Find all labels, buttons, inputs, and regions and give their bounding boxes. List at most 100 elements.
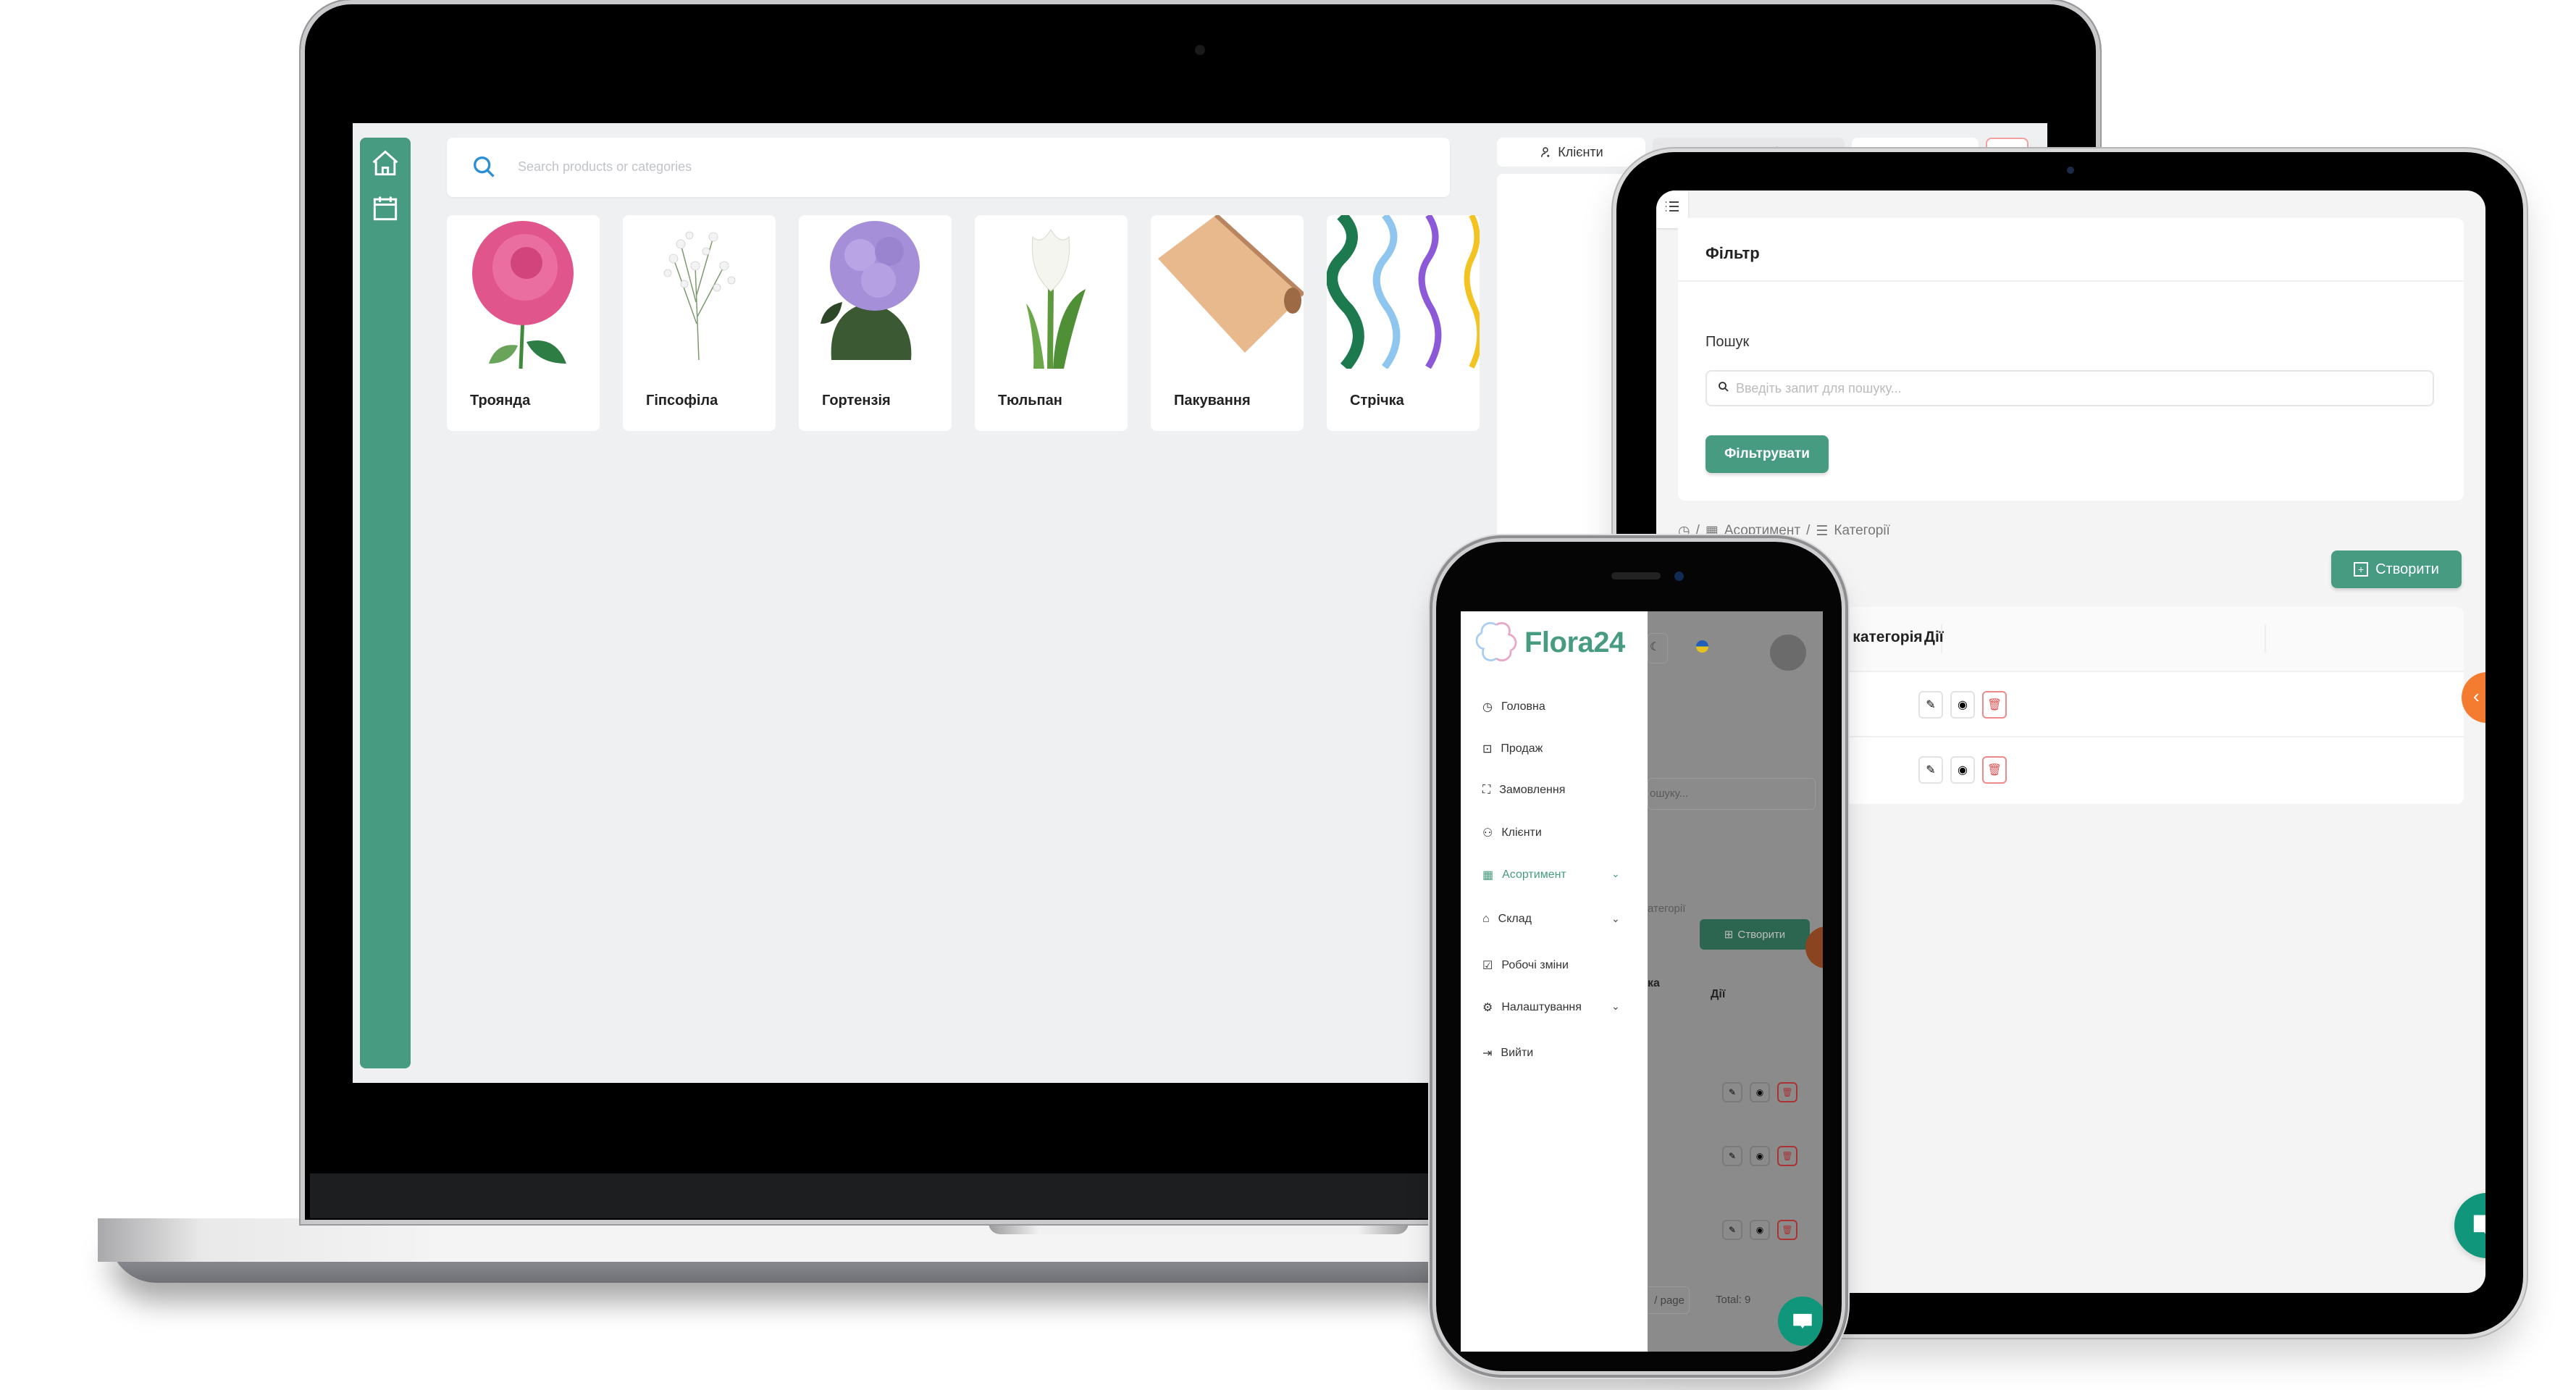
shopping-bag-icon: ⛶ (1482, 784, 1491, 796)
trash-icon: 🗑 (1986, 699, 2002, 711)
chat-button[interactable] (2454, 1193, 2485, 1258)
warehouse-icon: ⌂ (1482, 913, 1490, 925)
avatar[interactable] (1770, 635, 1806, 671)
home-icon[interactable] (369, 148, 401, 180)
users-icon: ⚇ (1482, 827, 1493, 840)
row-actions: ✎ ◉ 🗑 (1722, 1082, 1797, 1102)
delete-button[interactable]: 🗑 (1982, 756, 2007, 784)
nav-item-clients[interactable]: ⚇ Клієнти (1482, 826, 1542, 840)
chat-button[interactable] (1778, 1297, 1823, 1346)
column-divider (2265, 624, 2266, 653)
dashboard-icon[interactable]: ◷ (1678, 523, 1690, 540)
nav-label: Клієнти (1501, 826, 1542, 839)
total-count: Total: 9 (1716, 1294, 1751, 1306)
language-flag-ua[interactable] (1696, 640, 1708, 653)
theme-toggle-button[interactable]: ☾ (1648, 633, 1668, 663)
nav-label: Головна (1501, 700, 1545, 713)
calendar-icon[interactable] (369, 193, 401, 225)
ribbons-image (1327, 215, 1480, 369)
edit-button[interactable]: ✎ (1722, 1146, 1742, 1166)
breadcrumb-assortment[interactable]: Асортимент (1724, 523, 1800, 539)
nav-label: Вийти (1501, 1047, 1534, 1059)
category-label: Гортензія (822, 393, 891, 409)
edit-icon: ✎ (1926, 764, 1936, 776)
column-header-actions: Дії (1924, 629, 1944, 645)
edit-button[interactable]: ✎ (1918, 691, 1943, 719)
view-button[interactable]: ◉ (1750, 1146, 1770, 1166)
brand-logo[interactable]: Flora24 (1472, 619, 1625, 666)
nav-drawer: Flora24 ◷ Головна ⊡ Продаж ⛶ Замовлення ⚇ Кл… (1461, 611, 1648, 1352)
filter-button[interactable]: Фільтрувати (1706, 435, 1829, 473)
flower-logo-icon (1475, 621, 1517, 661)
nav-item-logout[interactable]: ⇥ Вийти (1482, 1046, 1533, 1060)
search-placeholder: Search products or categories (518, 159, 692, 174)
divider (1678, 280, 2464, 282)
create-button[interactable]: ⊞ Створити (1700, 919, 1810, 950)
settings-icon: ⚙ (1482, 1002, 1493, 1014)
moon-icon: ☾ (1650, 641, 1661, 653)
product-search-input[interactable]: Search products or categories (447, 138, 1450, 197)
nav-item-settings[interactable]: ⚙ Налаштування (1482, 1000, 1582, 1015)
nav-item-assortment[interactable]: ▦ Асортимент (1482, 868, 1566, 882)
category-card-ribbon[interactable]: Стрічка (1327, 215, 1480, 431)
category-grid: Троянда Гіпсофіла Гортензія Тюльпан Паку… (447, 215, 1480, 432)
nav-item-shifts[interactable]: ☑ Робочі зміни (1482, 958, 1569, 973)
page-size-label: / page (1654, 1294, 1685, 1307)
view-button[interactable]: ◉ (1950, 756, 1975, 784)
tab-clients[interactable]: Клієнти (1497, 138, 1645, 167)
category-label: Тюльпан (998, 393, 1062, 409)
edit-button[interactable]: ✎ (1722, 1220, 1742, 1240)
category-card-tulip[interactable]: Тюльпан (975, 215, 1128, 431)
plus-square-icon: + (2354, 562, 2369, 577)
chevron-down-icon[interactable]: ⌄ (1611, 913, 1620, 925)
chevron-down-icon[interactable]: ⌄ (1611, 868, 1620, 880)
breadcrumb-separator: / (1695, 523, 1700, 538)
kraft-paper-image (1158, 215, 1304, 353)
column-header-fragment: ка (1648, 977, 1660, 989)
create-label: Створити (1737, 928, 1786, 941)
delete-button[interactable]: 🗑 (1777, 1220, 1797, 1240)
category-label: Стрічка (1350, 393, 1404, 409)
nav-item-orders[interactable]: ⛶ Замовлення (1482, 784, 1565, 797)
nav-label: Склад (1498, 913, 1532, 925)
edit-button[interactable]: ✎ (1918, 756, 1943, 784)
search-input[interactable]: Введіть запит для пошуку... (1706, 370, 2434, 406)
list-icon (1666, 201, 1679, 212)
chevron-down-icon[interactable]: ⌄ (1611, 1000, 1620, 1013)
view-button[interactable]: ◉ (1950, 691, 1975, 719)
tablet-camera (2067, 167, 2074, 174)
nav-item-home[interactable]: ◷ Головна (1482, 700, 1545, 714)
view-button[interactable]: ◉ (1750, 1220, 1770, 1240)
category-card-hydrangea[interactable]: Гортензія (799, 215, 952, 431)
delete-button[interactable]: 🗑 (1777, 1082, 1797, 1102)
nav-label: Робочі зміни (1501, 959, 1569, 971)
create-button[interactable]: + Створити (2331, 550, 2462, 588)
eye-icon: ◉ (1958, 764, 1968, 776)
delete-button[interactable]: 🗑 (1982, 691, 2007, 719)
delete-button[interactable]: 🗑 (1777, 1146, 1797, 1166)
search-icon (474, 156, 495, 177)
search-icon (1719, 382, 1729, 392)
dashboard-icon: ◷ (1482, 701, 1493, 713)
user-icon (1541, 147, 1550, 157)
laptop-camera (1195, 45, 1205, 55)
view-button[interactable]: ◉ (1750, 1082, 1770, 1102)
trash-icon: 🗑 (1986, 764, 2002, 776)
chevron-left-icon: ‹ (2473, 685, 2480, 707)
phone-camera (1674, 572, 1684, 581)
breadcrumb-fragment: атегорії (1648, 903, 1686, 915)
settings-drawer-toggle[interactable]: ‹ (2462, 672, 2485, 723)
category-card-gypsophila[interactable]: Гіпсофіла (623, 215, 776, 431)
nav-item-sales[interactable]: ⊡ Продаж (1482, 742, 1543, 756)
row-actions: ✎ ◉ 🗑 (1722, 1220, 1797, 1240)
eye-icon: ◉ (1958, 699, 1968, 711)
brand-name: Flora24 (1524, 626, 1625, 658)
edit-button[interactable]: ✎ (1722, 1082, 1742, 1102)
nav-item-warehouse[interactable]: ⌂ Склад (1482, 913, 1532, 926)
search-placeholder: ошуку... (1650, 787, 1689, 800)
nav-label: Продаж (1501, 742, 1543, 755)
category-card-rose[interactable]: Троянда (447, 215, 600, 431)
search-input[interactable]: ошуку... (1648, 778, 1816, 810)
category-card-packaging[interactable]: Пакування (1151, 215, 1304, 431)
tulip-image (1026, 229, 1086, 369)
